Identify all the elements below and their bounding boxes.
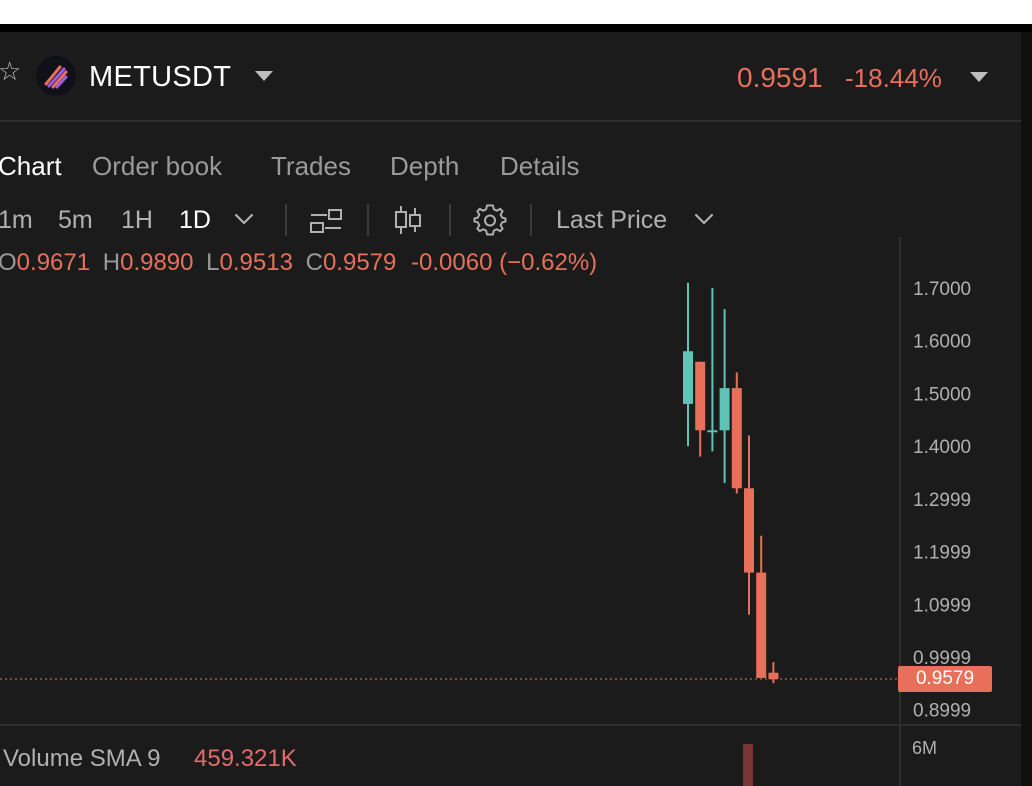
candle-type-icon[interactable]	[393, 204, 423, 236]
window-top-strip	[0, 0, 1032, 24]
price-change-percent: -18.44%	[845, 63, 942, 93]
timeframe-chevron-down-icon[interactable]	[233, 211, 255, 227]
candle-body	[768, 672, 779, 680]
volume-bar	[743, 744, 753, 786]
timeframe-1m[interactable]: 1m	[0, 205, 33, 235]
y-tick-label: 1.4000	[913, 437, 971, 458]
timeframe-1h[interactable]: 1H	[121, 205, 153, 235]
tab-details[interactable]: Details	[500, 150, 579, 182]
candle-body	[756, 572, 767, 678]
timeframe-1d[interactable]: 1D	[179, 205, 211, 235]
price-type-chevron-down-icon[interactable]	[693, 211, 715, 227]
candle-body	[731, 388, 742, 489]
volume-axis-label: 6M	[912, 738, 937, 758]
y-axis-ticks: 1.7000 1.6000 1.5000 1.4000 1.2999 1.1999 1.09…	[913, 279, 971, 722]
y-tick-label: 1.0999	[913, 595, 971, 616]
candle-body	[719, 388, 730, 431]
candles	[683, 282, 779, 684]
settings-gear-icon[interactable]	[473, 203, 507, 237]
tab-chart[interactable]: Chart	[0, 150, 62, 182]
y-tick-label: 1.7000	[913, 279, 971, 300]
volume-value: 459.321K	[194, 745, 297, 772]
volume-pane-divider	[0, 724, 1021, 726]
y-tick-label: 0.8999	[913, 701, 971, 722]
window-top-border	[0, 24, 1032, 32]
header-divider	[0, 120, 1021, 122]
price-axis-border	[899, 237, 901, 786]
price-chart[interactable]: 1.7000 1.6000 1.5000 1.4000 1.2999 1.1999 1.09…	[0, 237, 1021, 786]
last-price: 0.9591	[737, 62, 823, 93]
candle-body	[683, 351, 693, 404]
y-tick-label: 1.6000	[913, 332, 971, 353]
y-tick-label: 1.1999	[913, 543, 971, 564]
toolbar-separator	[367, 204, 369, 236]
y-tick-label: 1.5000	[913, 384, 971, 405]
toolbar-separator	[530, 204, 532, 236]
last-price-tag: 0.9579	[898, 666, 992, 692]
symbol-dropdown-icon[interactable]	[255, 71, 273, 81]
toolbar-separator	[449, 204, 451, 236]
price-type-select[interactable]: Last Price	[556, 205, 667, 235]
candle-body	[744, 488, 754, 573]
window-edge	[1021, 32, 1032, 786]
toolbar-separator	[285, 204, 287, 236]
tab-depth[interactable]: Depth	[390, 150, 459, 182]
indicator-icon[interactable]	[309, 207, 343, 235]
tab-trades[interactable]: Trades	[271, 150, 351, 182]
timeframe-5m[interactable]: 5m	[58, 205, 93, 235]
ticker-dropdown-icon[interactable]	[970, 72, 988, 82]
volume-label: Volume SMA 9	[3, 745, 161, 772]
favorite-star-icon[interactable]: ☆	[0, 58, 21, 84]
tab-order-book[interactable]: Order book	[92, 150, 222, 182]
y-tick-label: 1.2999	[913, 490, 971, 511]
candle-body	[707, 430, 718, 433]
candle-body	[695, 361, 706, 431]
token-logo-icon	[36, 56, 76, 96]
symbol-name[interactable]: METUSDT	[89, 60, 231, 94]
